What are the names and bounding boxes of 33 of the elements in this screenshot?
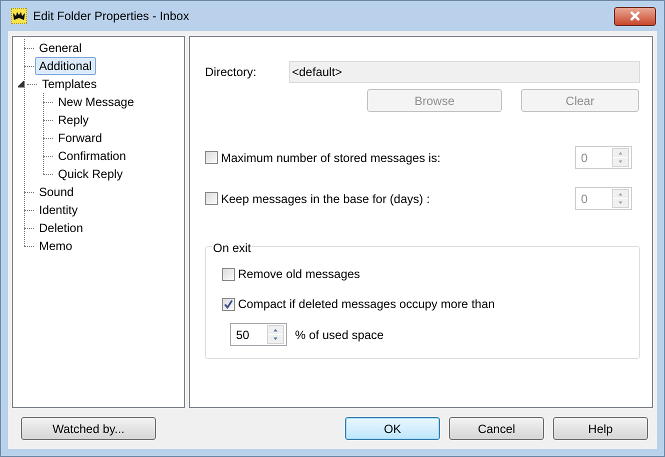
directory-field[interactable]: <default>: [289, 61, 640, 83]
tree-item[interactable]: Identity: [35, 202, 82, 218]
tree-item[interactable]: Quick Reply: [54, 166, 127, 182]
percent-spinner[interactable]: 50: [230, 323, 287, 346]
tree-item[interactable]: Templates: [38, 76, 101, 92]
tree-item[interactable]: Memo: [35, 238, 76, 254]
option-label: Remove old messages: [238, 266, 360, 283]
option-label: Maximum number of stored messages is:: [221, 150, 440, 166]
close-icon: [629, 11, 641, 21]
checkbox[interactable]: [205, 151, 218, 164]
percent-label: % of used space: [295, 326, 384, 344]
ok-button[interactable]: OK: [345, 417, 440, 440]
option-label: Compact if deleted messages occupy more than: [238, 296, 495, 313]
watched-by-button[interactable]: Watched by...: [21, 417, 156, 440]
directory-label: Directory:: [205, 64, 258, 81]
checkbox[interactable]: [222, 268, 235, 280]
app-icon: [11, 8, 27, 24]
tree-item[interactable]: Additional: [35, 57, 96, 75]
tree-item[interactable]: Sound: [35, 184, 78, 200]
tree-item[interactable]: New Message: [54, 94, 138, 110]
tree-item[interactable]: Deletion: [35, 220, 88, 236]
option-label: Keep messages in the base for (days) :: [221, 190, 430, 208]
checkbox[interactable]: [222, 298, 235, 310]
tree-item[interactable]: Reply: [54, 112, 93, 128]
cancel-button[interactable]: Cancel: [449, 417, 544, 440]
tree-item[interactable]: Forward: [54, 130, 106, 146]
expanded-arrow-icon[interactable]: [18, 80, 25, 88]
help-button[interactable]: Help: [553, 417, 648, 440]
tree-item[interactable]: General: [35, 40, 86, 56]
window-title: Edit Folder Properties - Inbox: [33, 8, 190, 25]
checkbox[interactable]: [205, 192, 218, 205]
close-button[interactable]: [614, 6, 656, 26]
tree-item[interactable]: Confirmation: [54, 148, 130, 164]
